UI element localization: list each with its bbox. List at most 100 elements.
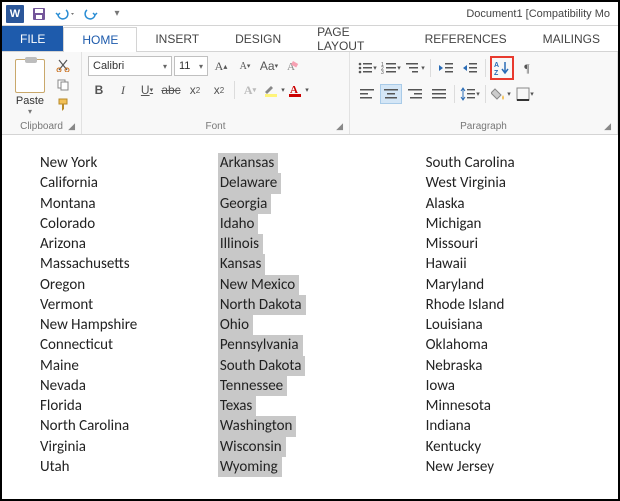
list-item[interactable]: New Mexico xyxy=(218,275,299,295)
list-item[interactable]: Utah xyxy=(40,457,218,477)
numbering-button[interactable]: 123▾ xyxy=(380,58,402,78)
list-item[interactable]: Idaho xyxy=(218,214,259,234)
cut-button[interactable] xyxy=(54,56,72,74)
tab-file[interactable]: FILE xyxy=(2,26,63,51)
italic-button[interactable]: I xyxy=(112,80,134,100)
list-item[interactable]: Maryland xyxy=(426,275,586,295)
shrink-font-button[interactable]: A▾ xyxy=(234,56,256,76)
highlight-button[interactable]: ▾ xyxy=(263,80,285,100)
list-item[interactable]: Texas xyxy=(218,396,257,416)
column-2-selected: ArkansasDelawareGeorgiaIdahoIllinoisKans… xyxy=(218,153,402,477)
strikethrough-button[interactable]: abc xyxy=(160,80,182,100)
list-item[interactable]: New York xyxy=(40,153,218,173)
decrease-indent-button[interactable] xyxy=(435,58,457,78)
paragraph-launcher[interactable]: ◢ xyxy=(604,121,611,132)
list-item[interactable]: Minnesota xyxy=(426,396,586,416)
line-spacing-button[interactable]: ▾ xyxy=(459,84,481,104)
increase-indent-button[interactable] xyxy=(459,58,481,78)
list-item[interactable]: South Dakota xyxy=(218,356,306,376)
show-marks-button[interactable]: ¶ xyxy=(516,58,538,78)
list-item[interactable]: Louisiana xyxy=(426,315,586,335)
clipboard-launcher[interactable]: ◢ xyxy=(68,121,75,132)
group-paragraph: ▾ 123▾ ▾ xyxy=(350,52,618,134)
text-effects-button[interactable]: A▾ xyxy=(239,80,261,100)
align-center-button[interactable] xyxy=(380,84,402,104)
list-item[interactable]: Kansas xyxy=(218,254,266,274)
list-item[interactable]: Virginia xyxy=(40,437,218,457)
font-name-combo[interactable]: Calibri ▾ xyxy=(88,56,172,76)
list-item[interactable]: New Hampshire xyxy=(40,315,218,335)
list-item[interactable]: Connecticut xyxy=(40,335,218,355)
borders-button[interactable]: ▾ xyxy=(514,84,536,104)
list-item[interactable]: Arizona xyxy=(40,234,218,254)
list-item[interactable]: Vermont xyxy=(40,295,218,315)
list-item[interactable]: Iowa xyxy=(426,376,586,396)
document-canvas[interactable]: New YorkCaliforniaMontanaColoradoArizona… xyxy=(2,135,618,499)
superscript-button[interactable]: x2 xyxy=(208,80,230,100)
list-item[interactable]: Indiana xyxy=(426,416,586,436)
redo-button[interactable] xyxy=(80,3,102,25)
underline-button[interactable]: U▾ xyxy=(136,80,158,100)
list-item[interactable]: Washington xyxy=(218,416,297,436)
paste-button[interactable]: Paste ▾ xyxy=(8,56,52,119)
list-item[interactable]: Missouri xyxy=(426,234,586,254)
list-item[interactable]: Arkansas xyxy=(218,153,278,173)
list-item[interactable]: Illinois xyxy=(218,234,263,254)
copy-button[interactable] xyxy=(54,76,72,94)
list-item[interactable]: North Carolina xyxy=(40,416,218,436)
font-size-combo[interactable]: 11 ▾ xyxy=(174,56,208,76)
list-item[interactable]: Ohio xyxy=(218,315,253,335)
change-case-button[interactable]: Aa▾ xyxy=(258,56,280,76)
sort-button[interactable]: AZ xyxy=(490,56,514,80)
format-painter-button[interactable] xyxy=(54,96,72,114)
list-item[interactable]: Kentucky xyxy=(426,437,586,457)
tab-page-layout[interactable]: PAGE LAYOUT xyxy=(299,26,406,51)
list-item[interactable]: Maine xyxy=(40,356,218,376)
list-item[interactable]: Alaska xyxy=(426,194,586,214)
list-item[interactable]: Florida xyxy=(40,396,218,416)
bold-button[interactable]: B xyxy=(88,80,110,100)
list-item[interactable]: Delaware xyxy=(218,173,281,193)
font-launcher[interactable]: ◢ xyxy=(336,121,343,132)
list-item[interactable]: Wisconsin xyxy=(218,437,286,457)
list-item[interactable]: Oregon xyxy=(40,275,218,295)
align-left-button[interactable] xyxy=(356,84,378,104)
undo-button[interactable] xyxy=(54,3,76,25)
tab-home[interactable]: HOME xyxy=(63,27,137,52)
grow-font-button[interactable]: A▴ xyxy=(210,56,232,76)
list-item[interactable]: Michigan xyxy=(426,214,586,234)
group-label-paragraph: Paragraph ◢ xyxy=(356,119,611,132)
list-item[interactable]: South Carolina xyxy=(426,153,586,173)
subscript-button[interactable]: x2 xyxy=(184,80,206,100)
list-item[interactable]: New Jersey xyxy=(426,457,586,477)
list-item[interactable]: Hawaii xyxy=(426,254,586,274)
tab-insert[interactable]: INSERT xyxy=(137,26,217,51)
bullets-button[interactable]: ▾ xyxy=(356,58,378,78)
list-item[interactable]: Wyoming xyxy=(218,457,282,477)
list-item[interactable]: Georgia xyxy=(218,194,272,214)
multilevel-list-button[interactable]: ▾ xyxy=(404,58,426,78)
list-item[interactable]: Tennessee xyxy=(218,376,287,396)
list-item[interactable]: North Dakota xyxy=(218,295,306,315)
list-item[interactable]: California xyxy=(40,173,218,193)
list-item[interactable]: Nebraska xyxy=(426,356,586,376)
font-color-button[interactable]: A▾ xyxy=(287,80,309,100)
tab-references[interactable]: REFERENCES xyxy=(407,26,525,51)
tab-design[interactable]: DESIGN xyxy=(217,26,299,51)
qat-customize-button[interactable]: ▾ xyxy=(106,3,128,25)
text-columns: New YorkCaliforniaMontanaColoradoArizona… xyxy=(34,153,586,477)
justify-button[interactable] xyxy=(428,84,450,104)
tab-mailings[interactable]: MAILINGS xyxy=(525,26,618,51)
shading-button[interactable]: ▾ xyxy=(490,84,512,104)
list-item[interactable]: Pennsylvania xyxy=(218,335,303,355)
list-item[interactable]: Massachusetts xyxy=(40,254,218,274)
list-item[interactable]: Rhode Island xyxy=(426,295,586,315)
list-item[interactable]: Nevada xyxy=(40,376,218,396)
list-item[interactable]: West Virginia xyxy=(426,173,586,193)
save-button[interactable] xyxy=(28,3,50,25)
list-item[interactable]: Montana xyxy=(40,194,218,214)
clear-formatting-button[interactable]: A xyxy=(282,56,304,76)
list-item[interactable]: Oklahoma xyxy=(426,335,586,355)
align-right-button[interactable] xyxy=(404,84,426,104)
list-item[interactable]: Colorado xyxy=(40,214,218,234)
